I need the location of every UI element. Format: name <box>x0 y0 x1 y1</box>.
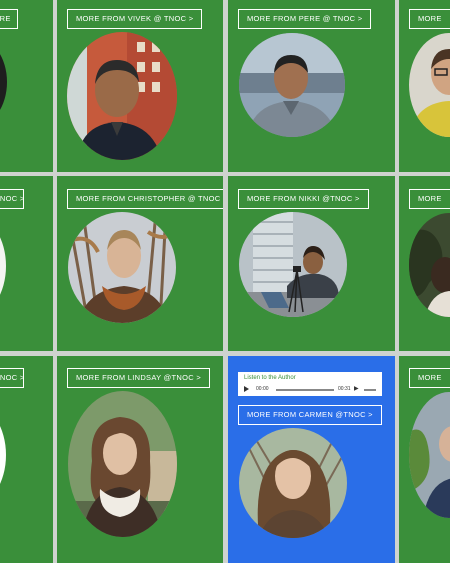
carmen-portrait <box>239 428 347 538</box>
author-tile-pere: MORE FROM PERE @ TNOC > <box>228 0 395 172</box>
author-tile: TNOC > <box>0 176 53 351</box>
audio-player: Listen to the Author 00:00 00:31 ▶ <box>238 372 382 396</box>
audio-duration: 00:31 <box>338 386 351 392</box>
more-from-author-button[interactable]: MORE <box>409 9 450 29</box>
author-tile: MORE <box>0 0 53 172</box>
play-icon[interactable] <box>244 386 249 392</box>
author-portrait <box>0 404 6 506</box>
more-from-author-button[interactable]: TNOC > <box>0 368 24 388</box>
author-portrait <box>409 392 450 518</box>
author-tile-nikki: MORE FROM NIKKI @TNOC > <box>228 176 395 351</box>
author-portrait <box>409 33 450 137</box>
author-tile: TNOC > <box>0 356 53 563</box>
more-from-carmen-button[interactable]: MORE FROM CARMEN @TNOC > <box>238 405 382 425</box>
audio-player-title: Listen to the Author <box>244 375 296 381</box>
author-tile: MORE <box>399 0 450 172</box>
more-from-author-button[interactable]: MORE <box>409 189 450 209</box>
author-tile: MORE <box>399 356 450 563</box>
audio-current-time: 00:00 <box>256 386 269 392</box>
author-tile-lindsay: MORE FROM LINDSAY @TNOC > <box>57 356 223 563</box>
more-from-author-button[interactable]: MORE <box>0 9 18 29</box>
audio-volume-slider[interactable] <box>364 389 376 391</box>
speaker-icon[interactable]: ▶ <box>354 386 359 393</box>
lindsay-portrait <box>68 391 177 537</box>
vivek-portrait <box>67 32 177 160</box>
more-from-author-button[interactable]: TNOC > <box>0 189 24 209</box>
christopher-portrait <box>68 212 176 323</box>
audio-controls: 00:00 00:31 ▶ <box>244 386 376 394</box>
more-from-author-button[interactable]: MORE <box>409 368 450 388</box>
nikki-portrait <box>239 212 347 317</box>
author-tile: MORE <box>399 176 450 351</box>
audio-seek-bar[interactable] <box>276 389 334 391</box>
more-from-christopher-button[interactable]: MORE FROM CHRISTOPHER @ TNOC > <box>67 189 223 209</box>
author-tile-vivek: MORE FROM VIVEK @ TNOC > <box>57 0 223 172</box>
author-portrait <box>0 38 7 126</box>
more-from-nikki-button[interactable]: MORE FROM NIKKI @TNOC > <box>238 189 369 209</box>
more-from-vivek-button[interactable]: MORE FROM VIVEK @ TNOC > <box>67 9 203 29</box>
more-from-pere-button[interactable]: MORE FROM PERE @ TNOC > <box>238 9 372 29</box>
author-portrait <box>0 216 6 316</box>
author-tile-carmen: Listen to the Author 00:00 00:31 ▶ MORE … <box>228 356 395 563</box>
more-from-lindsay-button[interactable]: MORE FROM LINDSAY @TNOC > <box>67 368 211 388</box>
author-tile-christopher: MORE FROM CHRISTOPHER @ TNOC > <box>57 176 223 351</box>
pere-portrait <box>239 33 345 137</box>
author-portrait <box>409 213 450 317</box>
